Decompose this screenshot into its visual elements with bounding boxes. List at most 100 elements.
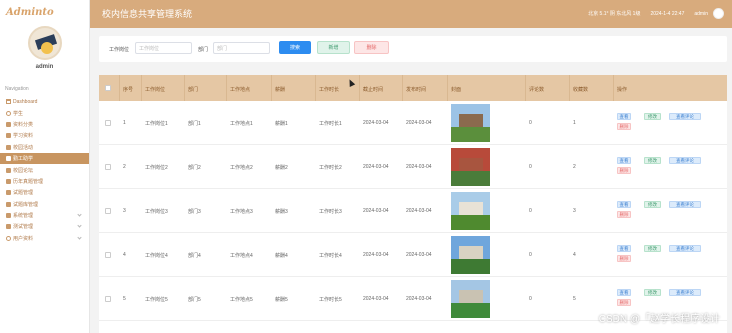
dept-search-input[interactable]: 部门 [213,42,270,54]
column-header[interactable]: 部门 [188,86,198,93]
column-header[interactable]: 发布时间 [406,86,426,93]
cover-image[interactable] [451,104,490,142]
edit-button[interactable]: 修改 [644,201,661,208]
comments-button[interactable]: 查看评论 [669,289,701,296]
cell-deadline: 2024-03-04 [363,120,389,126]
edit-button[interactable]: 修改 [644,157,661,164]
topbar-user[interactable]: admin [694,11,708,17]
sidebar-item-6[interactable]: 校园论坛 [0,164,89,175]
grid-icon [6,213,11,219]
chevron-down-icon [77,212,82,217]
sidebar-item-5[interactable]: 勤工助学 [0,152,89,165]
sidebar-item-label: 学生 [13,110,24,117]
cell-comments: 0 [529,296,532,302]
comments-button[interactable]: 查看评论 [669,201,701,208]
cell-published: 2024-03-04 [406,164,432,170]
comments-button[interactable]: 查看评论 [669,157,701,164]
column-header[interactable]: 封面 [451,86,461,93]
user-avatar-icon[interactable] [713,8,724,19]
column-header[interactable]: 工作岗位 [145,86,165,93]
edit-button[interactable]: 修改 [644,245,661,252]
avatar[interactable] [27,26,62,60]
cover-image[interactable] [451,148,490,186]
column-header[interactable]: 操作 [617,86,627,93]
sidebar-item-10[interactable]: 系统管理 [0,210,89,221]
table-row: 4 工作岗位4 部门4 工作地点4 薪酬4 工作时长4 2024-03-04 2024-03-… [99,233,727,277]
cover-image[interactable] [451,280,490,318]
delete-button[interactable]: 删除 [617,211,631,218]
sidebar-item-9[interactable]: 试题库管理 [0,199,89,210]
position-search-input[interactable]: 工作岗位 [135,42,192,54]
grid-icon [6,190,11,196]
cell-dept: 部门5 [188,297,201,303]
cell-no: 1 [123,120,126,126]
sidebar-item-12[interactable]: 用户资料 [0,233,89,244]
column-divider [402,75,403,101]
column-header[interactable]: 薪酬 [275,86,285,93]
cell-hours: 工作时长4 [319,253,342,259]
view-button[interactable]: 查看 [617,113,631,120]
search-button[interactable]: 搜索 [279,41,311,54]
sidebar-item-label: 校园论坛 [13,167,34,174]
delete-button[interactable]: 删除 [617,123,631,130]
cell-hours: 工作时长3 [319,209,342,215]
cell-location: 工作地点4 [230,253,253,259]
column-header[interactable]: 截止时间 [363,86,383,93]
comments-button[interactable]: 查看评论 [669,113,701,120]
row-checkbox[interactable] [105,296,111,302]
add-button[interactable]: 新增 [317,41,350,54]
sidebar-item-label: 历年真题管理 [13,178,44,185]
column-header[interactable]: 收藏数 [573,86,588,93]
sidebar-item-2[interactable]: 资料分类 [0,119,89,130]
column-divider [525,75,526,101]
sidebar-item-0[interactable]: Dashboard [0,96,89,107]
cell-salary: 薪酬3 [275,209,288,215]
cell-deadline: 2024-03-04 [363,296,389,302]
sidebar-item-label: Dashboard [13,98,38,105]
row-checkbox[interactable] [105,252,111,258]
cell-hours: 工作时长5 [319,297,342,303]
cell-favorites: 3 [573,208,576,214]
edit-button[interactable]: 修改 [644,113,661,120]
delete-button[interactable]: 删除 [617,167,631,174]
column-divider [315,75,316,101]
delete-button[interactable]: 删除 [617,255,631,262]
column-header[interactable]: 工作时长 [319,86,339,93]
sidebar-item-11[interactable]: 测试管理 [0,221,89,232]
delete-button[interactable]: 删除 [354,41,389,54]
sidebar-item-8[interactable]: 试题管理 [0,187,89,198]
cell-salary: 薪酬5 [275,297,288,303]
cover-image[interactable] [451,236,490,274]
column-header[interactable]: 工作地点 [230,86,250,93]
view-button[interactable]: 查看 [617,245,631,252]
grid-icon [6,133,11,139]
brand-logo[interactable]: Adminto [0,0,89,24]
row-checkbox[interactable] [105,120,111,126]
sidebar-item-1[interactable]: 学生 [0,107,89,118]
column-header[interactable]: 序号 [123,86,133,93]
view-button[interactable]: 查看 [617,157,631,164]
comments-button[interactable]: 查看评论 [669,245,701,252]
chevron-down-icon [77,235,82,240]
table-row: 3 工作岗位3 部门3 工作地点3 薪酬3 工作时长3 2024-03-04 2024-03-… [99,189,727,233]
cell-deadline: 2024-03-04 [363,252,389,258]
topbar-info: 北京 5.1° 阴 东北风 1级 2024-1-4 22:47 admin [578,8,724,19]
delete-button[interactable]: 删除 [617,299,631,306]
nav-title: Navigation [5,86,29,92]
grid-icon [6,167,11,173]
sidebar-item-3[interactable]: 学习资料 [0,130,89,141]
row-checkbox[interactable] [105,164,111,170]
cell-no: 5 [123,296,126,302]
cell-comments: 0 [529,252,532,258]
view-button[interactable]: 查看 [617,201,631,208]
view-button[interactable]: 查看 [617,289,631,296]
cell-position: 工作岗位3 [145,209,168,215]
row-checkbox[interactable] [105,208,111,214]
sidebar-item-4[interactable]: 校园活动 [0,142,89,153]
sidebar-item-7[interactable]: 历年真题管理 [0,176,89,187]
cover-image[interactable] [451,192,490,230]
search-panel: 工作岗位 工作岗位 部门 部门 搜索 新增 删除 [99,36,727,62]
select-all-checkbox[interactable] [105,85,111,91]
edit-button[interactable]: 修改 [644,289,661,296]
column-header[interactable]: 评论数 [529,86,544,93]
